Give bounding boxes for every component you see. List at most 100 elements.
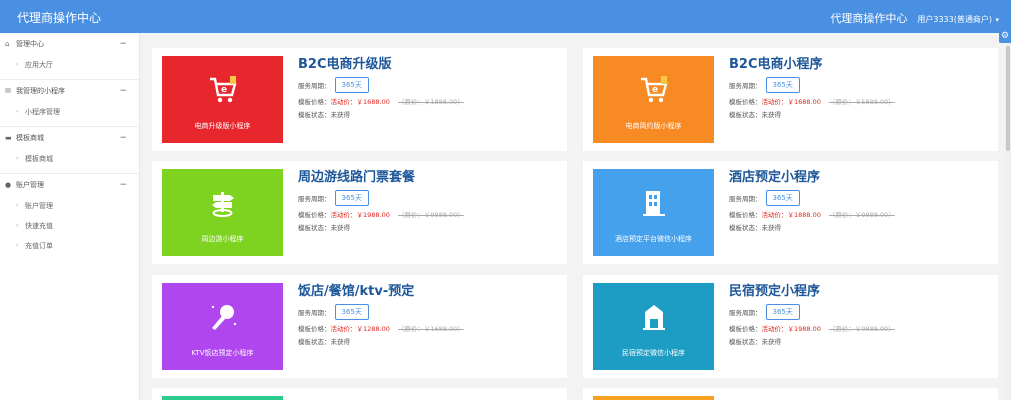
template-card[interactable]: 酒店预定平台微信小程序 酒店预定小程序 服务周期： 365天 模板价格： 活动价…	[583, 161, 998, 264]
sidebar-group-account: ● 账户管理 − › 账户管理 › 快速充值 › 充值订单	[0, 174, 139, 260]
sidebar-group-template-mall: ▬ 模板商城 − › 模板商城	[0, 127, 139, 174]
template-title[interactable]: 周边游线路门票套餐	[298, 169, 559, 187]
template-status: 模板状态：未获得	[729, 111, 781, 119]
collapse-icon[interactable]: −	[119, 174, 127, 196]
template-title[interactable]: 酒店预定小程序	[729, 169, 990, 187]
template-thumbnail[interactable]: 周边游小程序	[162, 169, 283, 256]
template-info: 民宿预定小程序 服务周期： 365天 模板价格： 活动价：￥1988.00 （原…	[729, 283, 990, 346]
home-icon: ⌂	[5, 40, 10, 48]
template-thumbnail[interactable]	[162, 396, 283, 400]
promo-price: 活动价：￥1988.00	[761, 325, 821, 333]
period-option[interactable]: 365天	[334, 190, 369, 206]
user-menu[interactable]: 用户3333(普通商户) ▾	[917, 12, 999, 25]
price-row: 模板价格： 活动价：￥1988.00 （原价：￥9888.00）	[729, 323, 990, 333]
sidebar-group-title[interactable]: ▬ 模板商城 −	[0, 127, 139, 149]
template-info: 酒店预定小程序 服务周期： 365天 模板价格： 活动价：￥1888.00 （原…	[729, 169, 990, 232]
sidebar-group-title[interactable]: ⌂ 管理中心 −	[0, 33, 139, 55]
price-label: 模板价格：	[298, 211, 331, 219]
template-thumbnail[interactable]: KTV饭店预定小程序	[162, 283, 283, 370]
template-title[interactable]: B2C电商升级版	[298, 56, 559, 74]
template-thumbnail[interactable]: e 电商简约版小程序	[593, 56, 714, 143]
service-period-label: 服务周期：	[729, 309, 762, 317]
scrollbar-thumb[interactable]	[1006, 46, 1010, 151]
template-card[interactable]	[583, 388, 998, 400]
top-navbar: 代理商操作中心 代理商操作中心 用户3333(普通商户) ▾	[0, 0, 1011, 33]
original-price: （原价：￥1888.00）	[397, 98, 464, 106]
sidebar-item-recharge-orders[interactable]: › 充值订单	[0, 236, 139, 256]
top-right-area: 代理商操作中心 用户3333(普通商户) ▾	[830, 10, 999, 26]
promo-price: 活动价：￥1288.00	[330, 325, 390, 333]
template-title[interactable]: 民宿预定小程序	[729, 283, 990, 301]
service-period-label: 服务周期：	[298, 195, 331, 203]
template-status: 模板状态：未获得	[298, 111, 350, 119]
brand-title: 代理商操作中心	[17, 11, 102, 25]
chevron-right-icon: ›	[16, 108, 19, 115]
collapse-icon[interactable]: −	[119, 33, 127, 55]
price-row: 模板价格： 活动价：￥1988.00 （原价：￥9888.00）	[298, 209, 559, 219]
original-price: （原价：￥9888.00）	[828, 325, 895, 333]
template-card[interactable]: 民宿预定微信小程序 民宿预定小程序 服务周期： 365天 模板价格： 活动价：￥…	[583, 275, 998, 378]
template-status: 模板状态：未获得	[729, 224, 781, 232]
template-card[interactable]: KTV饭店预定小程序 饭店/餐馆/ktv-预定 服务周期： 365天 模板价格：…	[152, 275, 567, 378]
thumbnail-label: KTV饭店预定小程序	[191, 349, 254, 357]
period-option[interactable]: 365天	[765, 190, 800, 206]
sidebar-item-template-mall[interactable]: › 模板商城	[0, 149, 139, 169]
sidebar-group-title[interactable]: ✉ 我管理的小程序 −	[0, 80, 139, 102]
period-option[interactable]: 365天	[765, 77, 800, 93]
sidebar-item-quick-recharge[interactable]: › 快速充值	[0, 216, 139, 236]
template-thumbnail[interactable]: 酒店预定平台微信小程序	[593, 169, 714, 256]
period-option[interactable]: 365天	[765, 304, 800, 320]
template-thumbnail[interactable]: 民宿预定微信小程序	[593, 283, 714, 370]
thumbnail-label: 电商升级版小程序	[194, 122, 251, 130]
template-thumbnail[interactable]: e 电商升级版小程序	[162, 56, 283, 143]
template-info: 周边游线路门票套餐 服务周期： 365天 模板价格： 活动价：￥1988.00 …	[298, 169, 559, 232]
user-name: 用户3333(普通商户)	[917, 14, 992, 24]
promo-price: 活动价：￥1888.00	[761, 211, 821, 219]
period-option[interactable]: 365天	[334, 304, 369, 320]
template-status: 模板状态：未获得	[298, 224, 350, 232]
service-period-row: 服务周期： 365天	[298, 304, 559, 320]
service-period-row: 服务周期： 365天	[729, 77, 990, 93]
sidebar-item-app-hall[interactable]: › 应用大厅	[0, 55, 139, 75]
svg-text:e: e	[221, 85, 227, 95]
collapse-icon[interactable]: −	[119, 80, 127, 102]
service-period-row: 服务周期： 365天	[298, 77, 559, 93]
sidebar-item-miniapp-manage[interactable]: › 小程序管理	[0, 102, 139, 122]
service-period-row: 服务周期： 365天	[729, 304, 990, 320]
price-label: 模板价格：	[729, 211, 762, 219]
period-option[interactable]: 365天	[334, 77, 369, 93]
signpost-icon	[212, 192, 234, 217]
sidebar-group-title[interactable]: ● 账户管理 −	[0, 174, 139, 196]
template-thumbnail[interactable]	[593, 396, 714, 400]
template-card[interactable]: e 电商简约版小程序 B2C电商小程序 服务周期： 365天 模板价格： 活动价…	[583, 48, 998, 151]
house-icon	[643, 305, 665, 330]
gear-icon[interactable]: ⚙	[999, 30, 1011, 43]
template-status: 模板状态：未获得	[298, 338, 350, 346]
chat-icon: ✉	[5, 87, 11, 95]
price-label: 模板价格：	[298, 98, 331, 106]
template-title[interactable]: B2C电商小程序	[729, 56, 990, 74]
price-row: 模板价格： 活动价：￥1288.00 （原价：￥1688.00）	[298, 323, 559, 333]
service-period-label: 服务周期：	[298, 309, 331, 317]
price-label: 模板价格：	[729, 325, 762, 333]
template-card[interactable]: e 电商升级版小程序 B2C电商升级版 服务周期： 365天 模板价格： 活动价…	[152, 48, 567, 151]
promo-price: 活动价：￥1688.00	[761, 98, 821, 106]
user-icon: ●	[5, 181, 12, 189]
building-icon	[643, 191, 665, 216]
sidebar-item-account-manage[interactable]: › 账户管理	[0, 196, 139, 216]
template-info: B2C电商小程序 服务周期： 365天 模板价格： 活动价：￥1688.00 （…	[729, 56, 990, 119]
thumbnail-label: 酒店预定平台微信小程序	[615, 235, 692, 243]
price-label: 模板价格：	[729, 98, 762, 106]
template-title[interactable]: 饭店/餐馆/ktv-预定	[298, 283, 559, 301]
template-card[interactable]	[152, 388, 567, 400]
price-row: 模板价格： 活动价：￥1688.00 （原价：￥5888.00）	[729, 96, 990, 106]
template-card[interactable]: 周边游小程序 周边游线路门票套餐 服务周期： 365天 模板价格： 活动价：￥1…	[152, 161, 567, 264]
promo-price: 活动价：￥1988.00	[330, 211, 390, 219]
collapse-icon[interactable]: −	[119, 127, 127, 149]
original-price: （原价：￥5888.00）	[828, 98, 895, 106]
promo-price: 活动价：￥1688.00	[330, 98, 390, 106]
center-title: 代理商操作中心	[830, 12, 908, 25]
sidebar-group-my-miniapps: ✉ 我管理的小程序 − › 小程序管理	[0, 80, 139, 127]
caret-down-icon: ▾	[995, 15, 999, 24]
price-row: 模板价格： 活动价：￥1888.00 （原价：￥9888.00）	[729, 209, 990, 219]
